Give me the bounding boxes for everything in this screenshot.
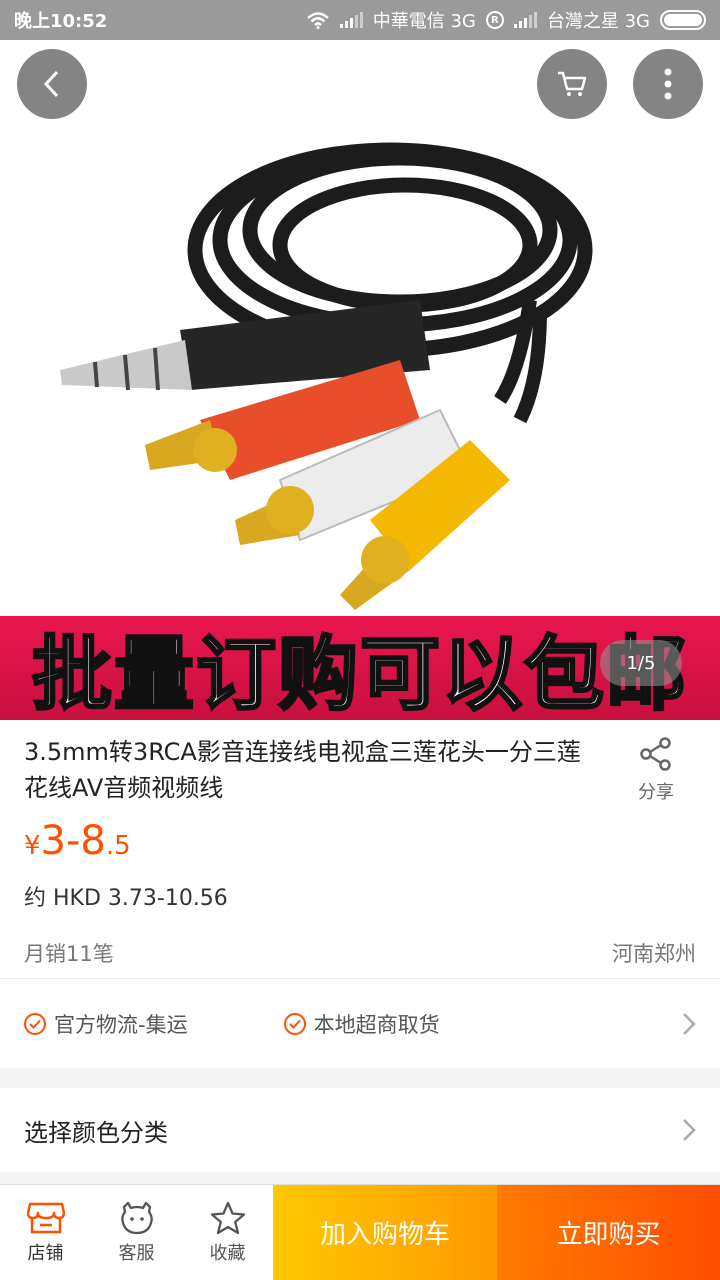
product-title: 3.5mm转3RCA影音连接线电视盒三莲花头一分三莲花线AV音频视频线	[24, 738, 581, 802]
more-button[interactable]	[633, 49, 703, 119]
clock: 晚上10:52	[14, 11, 108, 32]
wifi-icon	[306, 12, 329, 29]
check-circle-icon	[283, 1012, 306, 1035]
shop-label: 店铺	[27, 1242, 64, 1264]
share-icon	[640, 737, 671, 771]
customer-service-label: 客服	[118, 1242, 155, 1264]
star-icon	[210, 1201, 245, 1234]
service-label: 官方物流-集运	[54, 1012, 188, 1037]
favorite-label: 收藏	[209, 1242, 246, 1264]
bottom-action-bar: 店铺 客服 收藏 加入购物车 立即购买	[0, 1184, 720, 1280]
price: ¥ 3-8 .5	[24, 818, 131, 864]
battery-icon	[660, 10, 706, 30]
product-photo	[60, 142, 593, 610]
price-main: 3-8	[40, 818, 106, 864]
promo-banner-text: 批量订购可以包邮	[31, 627, 688, 721]
chevron-right-icon	[683, 1119, 696, 1141]
signal-icon-2	[513, 12, 537, 28]
services-row[interactable]: 官方物流-集运 本地超商取货	[0, 978, 720, 1068]
price-decimal: .5	[105, 831, 131, 861]
service-label: 本地超商取货	[313, 1012, 440, 1037]
check-circle-icon	[24, 1012, 46, 1035]
service-item: 本地超商取货	[283, 1009, 440, 1039]
service-item: 官方物流-集运	[24, 1009, 188, 1039]
customer-service-icon	[120, 1201, 153, 1234]
choose-variant-label: 选择颜色分类	[24, 1118, 168, 1147]
roaming-badge: R	[485, 11, 504, 29]
product-image-carousel[interactable]: 批量订购可以包邮 1/5	[0, 40, 720, 720]
carrier-1: 中華電信 3G	[372, 11, 476, 32]
shop-icon	[26, 1202, 65, 1233]
buy-now-button[interactable]: 立即购买	[497, 1185, 720, 1280]
back-button[interactable]	[17, 49, 87, 119]
share-button[interactable]: 分享	[620, 736, 692, 804]
cart-icon	[558, 71, 587, 96]
share-label: 分享	[638, 782, 674, 803]
monthly-sales: 月销11笔	[24, 942, 114, 966]
add-to-cart-button[interactable]: 加入购物车	[273, 1185, 497, 1280]
status-bar: 晚上10:52 中華電信 3G R 台灣之星 3G	[0, 0, 720, 40]
signal-icon	[339, 12, 363, 28]
choose-variant-row[interactable]: 选择颜色分类	[0, 1088, 720, 1172]
cart-button[interactable]	[537, 49, 607, 119]
ship-location: 河南郑州	[612, 942, 696, 966]
customer-service-tab[interactable]: 客服	[91, 1185, 182, 1280]
carrier-2: 台灣之星 3G	[546, 11, 650, 32]
chevron-right-icon	[683, 1012, 696, 1035]
price-currency: ¥	[24, 831, 41, 861]
favorite-tab[interactable]: 收藏	[182, 1185, 273, 1280]
image-pager: 1/5	[600, 640, 682, 686]
chevron-left-icon	[43, 70, 59, 98]
hkd-price: 约 HKD 3.73-10.56	[24, 886, 228, 911]
more-vertical-icon	[664, 68, 672, 100]
shop-tab[interactable]: 店铺	[0, 1185, 91, 1280]
